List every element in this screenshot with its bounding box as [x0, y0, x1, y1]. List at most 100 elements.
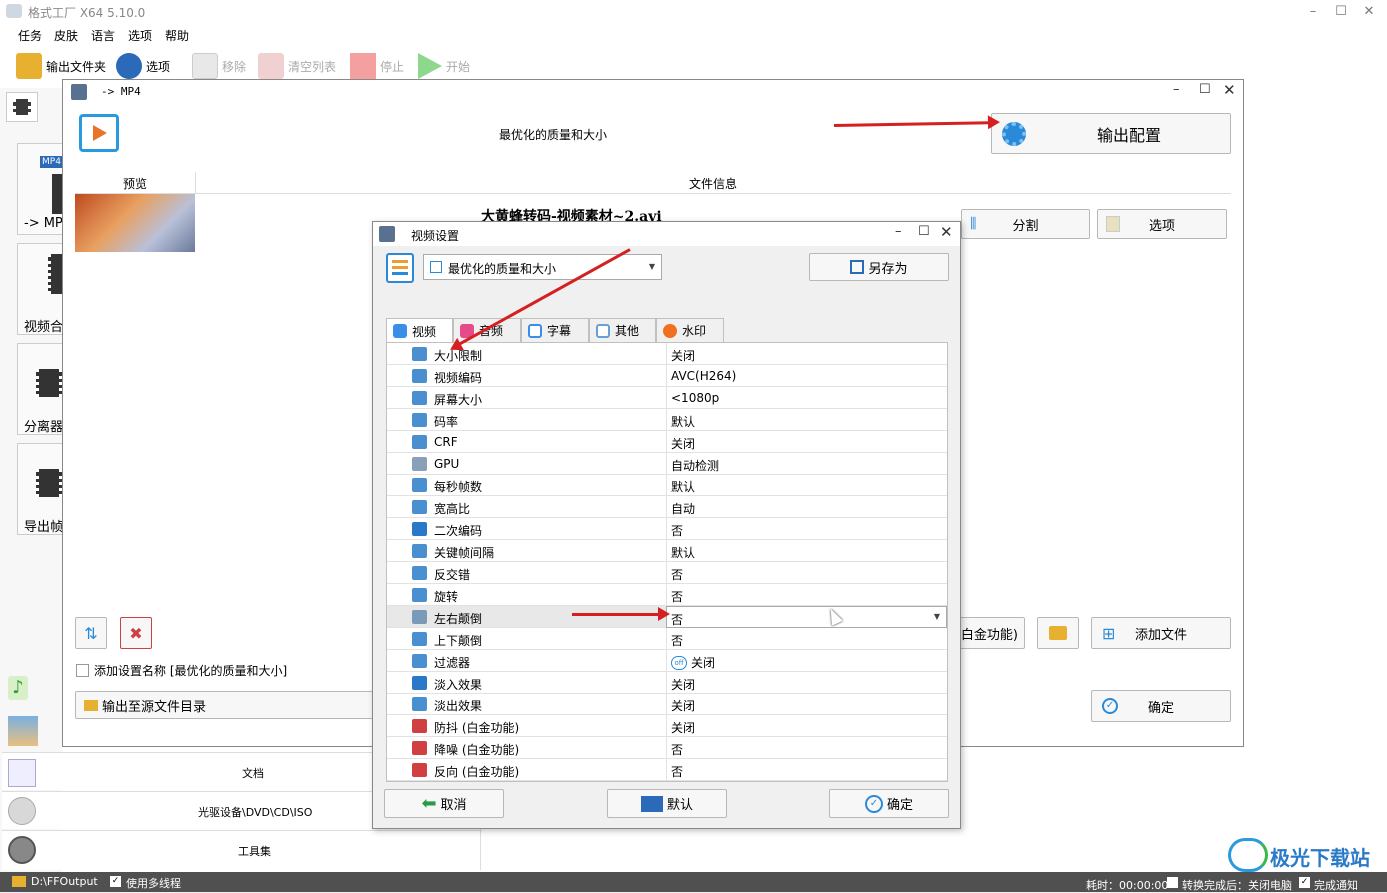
setting-row[interactable]: 降噪 (白金功能) 否 [387, 737, 947, 760]
menu-task[interactable]: 任务 [18, 27, 42, 44]
maximize-icon[interactable]: ☐ [1326, 2, 1356, 22]
setting-value[interactable]: 否 [666, 737, 947, 760]
video-ok-button[interactable]: ✓ 确定 [829, 789, 949, 818]
setting-value[interactable]: 否 [666, 583, 947, 606]
tab-watermark[interactable]: 水印 [656, 318, 724, 342]
setting-key: 降噪 (白金功能) [434, 743, 520, 758]
maximize-icon[interactable]: ☐ [1199, 82, 1219, 97]
format-ok-button[interactable]: ✓ 确定 [1091, 690, 1231, 722]
clear-list-button[interactable]: 清空列表 [258, 52, 336, 80]
menu-language[interactable]: 语言 [91, 27, 115, 44]
folder-icon [16, 53, 42, 79]
close-icon[interactable]: ✕ [1223, 81, 1243, 99]
split-button[interactable]: ⫼ 分割 [961, 209, 1090, 239]
default-button[interactable]: 默认 [607, 789, 727, 818]
setting-row[interactable]: 视频编码 AVC(H264) [387, 364, 947, 387]
setting-row[interactable]: 防抖 (白金功能) 关闭 [387, 715, 947, 738]
setting-value[interactable]: AVC(H264) [666, 364, 947, 387]
setting-value[interactable]: 否 ▼ [666, 605, 947, 628]
setting-value[interactable]: 关闭 [666, 343, 947, 365]
chevron-down-icon[interactable]: ▼ [934, 612, 940, 621]
setting-value[interactable]: 关闭 [666, 715, 947, 738]
setting-row[interactable]: 反交错 否 [387, 562, 947, 584]
add-setting-name-checkbox[interactable] [76, 664, 89, 677]
setting-value[interactable]: 自动检测 [666, 452, 947, 475]
output-to-source-button[interactable]: 输出至源文件目录 [75, 691, 375, 719]
setting-row[interactable]: CRF 关闭 [387, 430, 947, 453]
setting-row[interactable]: 反向 (白金功能) 否 [387, 759, 947, 781]
setting-key: 每秒帧数 [434, 480, 483, 495]
multithread-checkbox[interactable]: ✓ [110, 876, 121, 887]
sidebar-item-export-frame[interactable]: 导出帧 [17, 443, 63, 535]
cancel-button[interactable]: ⬅ 取消 [384, 789, 504, 818]
video-dialog-title: 视频设置 [411, 229, 460, 243]
options-toolbar-button[interactable]: 选项 [116, 52, 170, 80]
category-tools[interactable]: 工具集 [2, 830, 482, 870]
menu-skin[interactable]: 皮肤 [54, 27, 78, 44]
menu-options[interactable]: 选项 [128, 27, 152, 44]
setting-icon [412, 390, 427, 405]
menu-help[interactable]: 帮助 [165, 27, 189, 44]
setting-row[interactable]: 旋转 否 [387, 583, 947, 606]
setting-value[interactable]: 关闭 [666, 671, 947, 694]
setting-row[interactable]: 大小限制 关闭 [387, 343, 947, 365]
setting-row[interactable]: GPU 自动检测 [387, 452, 947, 475]
setting-row[interactable]: 过滤器 off 关闭 [387, 649, 947, 672]
tab-video[interactable]: 视频 [386, 318, 453, 343]
setting-value[interactable]: 自动 [666, 496, 947, 519]
setting-row[interactable]: 宽高比 自动 [387, 496, 947, 519]
notify-checkbox[interactable]: ✓ [1299, 877, 1310, 888]
tab-subtitle[interactable]: 字幕 [521, 318, 589, 342]
setting-row[interactable]: 每秒帧数 默认 [387, 474, 947, 497]
output-folder-button[interactable]: 输出文件夹 [16, 52, 106, 80]
add-folder-button[interactable] [1037, 617, 1079, 649]
setting-row[interactable]: 关键帧间隔 默认 [387, 540, 947, 563]
save-as-button[interactable]: 另存为 [809, 253, 949, 281]
setting-value[interactable]: 否 [666, 562, 947, 584]
minimize-icon[interactable]: – [1173, 82, 1193, 97]
setting-row[interactable]: 上下颠倒 否 [387, 627, 947, 650]
setting-value[interactable]: off 关闭 [666, 649, 947, 672]
setting-value-text: 否 [671, 524, 684, 539]
setting-row[interactable]: 淡出效果 关闭 [387, 693, 947, 716]
tab-other[interactable]: 其他 [589, 318, 656, 342]
setting-value[interactable]: 默认 [666, 408, 947, 431]
close-icon[interactable]: ✕ [940, 223, 953, 241]
add-file-button[interactable]: ⊞ 添加文件 [1091, 617, 1231, 649]
maximize-icon[interactable]: ☐ [918, 224, 930, 239]
setting-row[interactable]: 码率 默认 [387, 408, 947, 431]
setting-icon [412, 719, 427, 734]
setting-value[interactable]: <1080p [666, 386, 947, 409]
setting-value[interactable]: 关闭 [666, 693, 947, 716]
options-label: 选项 [146, 59, 171, 74]
output-path: D:\FFOutput [31, 875, 98, 888]
minimize-icon[interactable]: – [1298, 2, 1328, 22]
setting-value[interactable]: 否 [666, 518, 947, 541]
setting-row[interactable]: 淡入效果 关闭 [387, 671, 947, 694]
start-button[interactable]: 开始 [418, 52, 470, 80]
remove-file-button[interactable]: ✖ [120, 617, 152, 649]
close-icon[interactable]: ✕ [1354, 2, 1384, 22]
setting-row[interactable]: 二次编码 否 [387, 518, 947, 541]
output-config-button[interactable]: 输出配置 [991, 113, 1231, 154]
setting-value[interactable]: 默认 [666, 540, 947, 563]
toggle-off-icon[interactable]: off [671, 656, 687, 671]
sidebar-item-mp4[interactable]: MP4 -> MP4 [17, 143, 63, 235]
image-category-icon[interactable] [8, 716, 38, 746]
after-convert-checkbox[interactable] [1167, 877, 1178, 888]
setting-value[interactable]: 关闭 [666, 430, 947, 453]
sidebar-item-merge[interactable]: 视频合 [17, 243, 63, 335]
sidebar-item-splitter[interactable]: 分离器 [17, 343, 63, 435]
preset-select[interactable]: 最优化的质量和大小 ▼ [423, 254, 662, 280]
file-options-button[interactable]: 选项 [1097, 209, 1227, 239]
audio-category[interactable]: ♪ [8, 676, 36, 706]
setting-value[interactable]: 默认 [666, 474, 947, 497]
setting-row[interactable]: 屏幕大小 <1080p [387, 386, 947, 409]
sort-button[interactable]: ⇅ [75, 617, 107, 649]
minimize-icon[interactable]: – [895, 224, 902, 239]
remove-button[interactable]: 移除 [192, 52, 246, 80]
video-category-icon[interactable] [6, 92, 38, 122]
stop-button[interactable]: 停止 [350, 52, 404, 80]
setting-value[interactable]: 否 [666, 759, 947, 781]
setting-value[interactable]: 否 [666, 627, 947, 650]
